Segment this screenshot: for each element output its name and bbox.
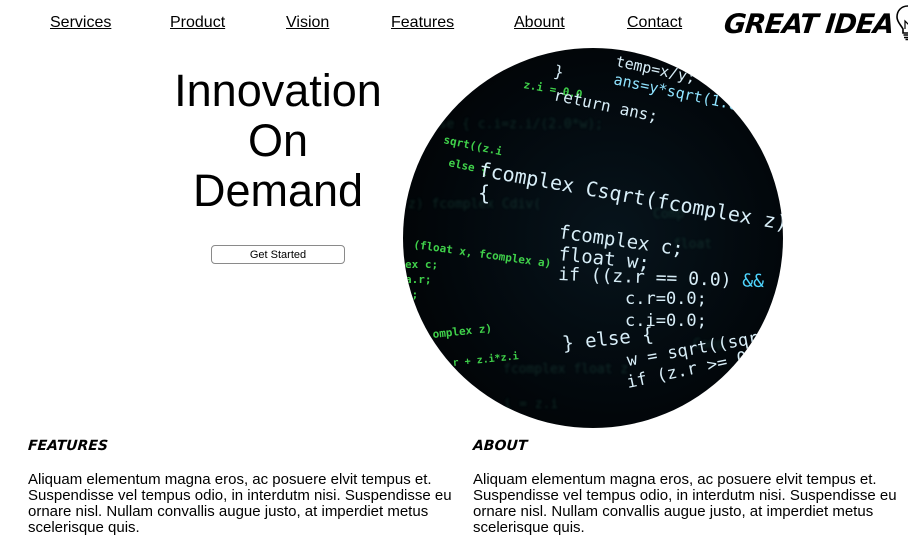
hero-title-line-3: Demand (192, 165, 364, 216)
about-heading: ABOUT (472, 438, 528, 454)
nav-link-services[interactable]: Services (50, 14, 111, 32)
code-screen-image: else { c.i=z.i/(2.0*w); z) fcomplex Cdiv… (403, 48, 783, 428)
bg-code-row: return z.i = z.i (433, 397, 558, 412)
green-code-row: c; (405, 288, 418, 301)
green-code-row: ex c; (405, 258, 438, 271)
bg-code-row: z) fcomplex Cdiv( (408, 197, 541, 212)
hero-title-line-1: Innovation (174, 65, 382, 116)
page: Services Product Vision Features Abount … (0, 0, 908, 537)
green-code-row: a.r; (405, 273, 432, 286)
bg-code-row: fcomplex float z (503, 362, 628, 377)
hero-title: Innovation On Demand (148, 66, 408, 216)
get-started-button[interactable]: Get Started (211, 245, 345, 264)
nav-link-contact[interactable]: Contact (627, 14, 682, 32)
nav-link-features[interactable]: Features (391, 14, 454, 32)
nav-link-product[interactable]: Product (170, 14, 225, 32)
logo[interactable]: GREAT IDEA (722, 4, 908, 47)
bg-code-row: else { c.i=z.i/(2.0*w); (423, 117, 603, 132)
hero-title-line-2: On (247, 115, 309, 166)
green-code-row: omplex z) (432, 322, 493, 341)
lightbulb-icon (895, 4, 908, 47)
code-line-4: } (552, 61, 565, 82)
logo-text: GREAT IDEA (722, 8, 895, 40)
main-code: temp=x/y; ans=y*sqrt(1.0+temp return ans… (477, 52, 783, 393)
code-line-6: { (478, 181, 490, 205)
features-text: Aliquam elementum magna eros, ac posuere… (28, 471, 452, 536)
code-line-10: c.r=0.0; (625, 289, 707, 309)
features-heading: FEATURES (27, 438, 109, 454)
about-text: Aliquam elementum magna eros, ac posuere… (473, 471, 897, 536)
nav-link-vision[interactable]: Vision (286, 14, 329, 32)
nav-link-about[interactable]: Abount (514, 14, 565, 32)
green-code-row: sqrt((z.i (442, 133, 503, 158)
